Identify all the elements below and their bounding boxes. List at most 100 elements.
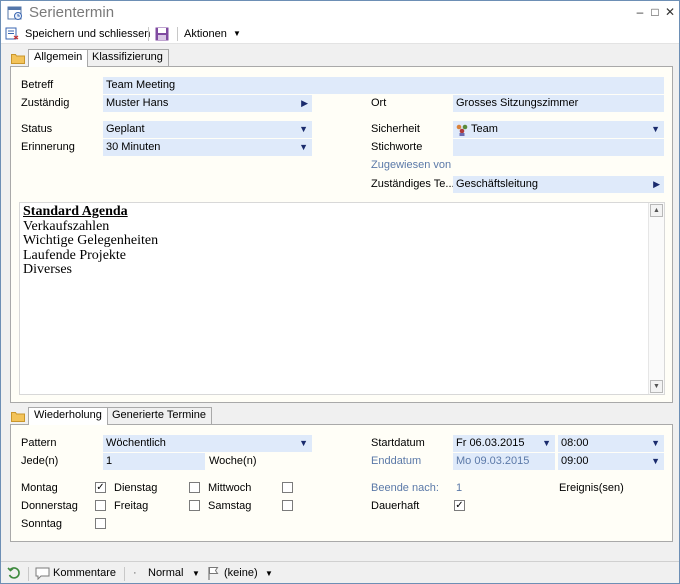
day-label: Freitag — [114, 500, 149, 512]
refresh-icon[interactable] — [7, 566, 21, 580]
actions-label: Aktionen — [184, 28, 227, 40]
agenda-heading: Standard Agenda — [23, 204, 128, 219]
close-icon[interactable]: ✕ — [663, 5, 677, 19]
checkbox-dienstag[interactable] — [189, 482, 200, 493]
day-label: Mittwoch — [208, 482, 252, 494]
arrow-right-icon[interactable]: ▶ — [301, 95, 308, 112]
day-label: Samstag — [208, 500, 252, 512]
erinnerung-select[interactable]: 30 Minuten ▼ — [103, 139, 312, 156]
end-time-select[interactable]: 09:00 ▼ — [558, 453, 664, 470]
zustaendig-label: Zuständig — [21, 97, 70, 109]
stichworte-input[interactable] — [453, 139, 664, 156]
tab-klassifizierung[interactable]: Klassifizierung — [86, 49, 169, 66]
toolbar-divider — [177, 27, 178, 41]
chevron-down-icon: ▼ — [265, 569, 273, 578]
end-time-value: 09:00 — [561, 455, 589, 467]
startdatum-label: Startdatum — [371, 437, 425, 449]
save-close-icon — [5, 27, 19, 40]
chevron-down-icon[interactable]: ▼ — [651, 453, 660, 470]
erinnerung-label: Erinnerung — [21, 141, 75, 153]
zugewiesen-label: Zugewiesen von — [371, 159, 452, 171]
pattern-label: Pattern — [21, 437, 57, 449]
sicherheit-value: Team — [471, 123, 498, 135]
actions-menu[interactable]: Aktionen ▼ — [184, 26, 241, 42]
toolbar-divider — [148, 27, 149, 41]
calendar-recurrence-icon — [7, 6, 22, 20]
chevron-down-icon[interactable]: ▼ — [299, 121, 308, 138]
scroll-down-icon[interactable]: ▼ — [650, 380, 663, 393]
stichworte-label: Stichworte — [371, 141, 423, 153]
ort-label: Ort — [371, 97, 387, 109]
arrow-right-icon[interactable]: ▶ — [653, 176, 660, 193]
agenda-line: Wichtige Gelegenheiten — [23, 233, 159, 249]
minimize-icon[interactable]: – — [633, 5, 647, 19]
folder-icon — [11, 412, 25, 422]
scroll-up-icon[interactable]: ▲ — [650, 204, 663, 217]
status-select[interactable]: Geplant ▼ — [103, 121, 312, 138]
recurrence-tab-strip: Wiederholung Generierte Termine — [9, 407, 669, 425]
chevron-down-icon[interactable]: ▼ — [299, 435, 308, 452]
start-time-select[interactable]: 08:00 ▼ — [558, 435, 664, 452]
zustaendig-value: Muster Hans — [106, 97, 169, 109]
status-bar: Kommentare · Normal ▼ (keine) ▼ — [1, 561, 679, 583]
chevron-down-icon[interactable]: ▼ — [651, 121, 660, 138]
start-date-value: Fr 06.03.2015 — [456, 437, 525, 449]
checkbox-mittwoch[interactable] — [282, 482, 293, 493]
checkbox-donnerstag[interactable] — [95, 500, 106, 511]
checkbox-samstag[interactable] — [282, 500, 293, 511]
betreff-label: Betreff — [21, 79, 54, 91]
toolbar: Speichern und schliessen Aktionen ▼ — [1, 24, 679, 44]
window-title: Serientermin — [29, 4, 115, 21]
chevron-down-icon[interactable]: ▼ — [299, 139, 308, 156]
statusbar-divider — [28, 567, 29, 581]
window: Serientermin – □ ✕ Speichern und schlies… — [0, 0, 680, 584]
title-bar: Serientermin – □ ✕ — [1, 1, 679, 24]
flag-value: (keine) — [224, 567, 258, 579]
ort-input[interactable]: Grosses Sitzungszimmer — [453, 95, 664, 112]
priority-dot-icon: · — [133, 567, 137, 579]
tab-generierte-termine[interactable]: Generierte Termine — [106, 407, 212, 424]
comment-icon — [35, 567, 50, 580]
day-label: Sonntag — [21, 518, 62, 530]
interval-input[interactable]: 1 — [103, 453, 205, 470]
pattern-value: Wöchentlich — [106, 437, 166, 449]
vertical-scrollbar[interactable]: ▲ ▼ — [648, 203, 664, 394]
zustaendig-field[interactable]: Muster Hans ▶ — [103, 95, 312, 112]
comments-label: Kommentare — [53, 567, 116, 579]
save-icon[interactable] — [155, 27, 169, 41]
agenda-line: Verkaufszahlen — [23, 218, 110, 234]
tab-allgemein[interactable]: Allgemein — [28, 49, 89, 67]
maximize-icon[interactable]: □ — [648, 5, 662, 19]
agenda-line: Diverses — [23, 262, 72, 278]
general-panel: Betreff Team Meeting Zuständig Muster Ha… — [10, 66, 673, 403]
status-value: Geplant — [106, 123, 145, 135]
chevron-down-icon[interactable]: ▼ — [542, 435, 551, 452]
chevron-down-icon[interactable]: ▼ — [651, 435, 660, 452]
start-date-select[interactable]: Fr 06.03.2015 ▼ — [453, 435, 555, 452]
status-label: Status — [21, 123, 53, 135]
team-field[interactable]: Geschäftsleitung ▶ — [453, 176, 664, 193]
description-text: Standard Agenda Verkaufszahlen Wichtige … — [23, 204, 159, 278]
jede-label: Jede(n) — [21, 455, 59, 467]
statusbar-divider — [124, 567, 125, 581]
checkbox-freitag[interactable] — [189, 500, 200, 511]
day-label: Montag — [21, 482, 58, 494]
checkbox-montag[interactable]: ✓ — [95, 482, 106, 493]
flag-icon — [208, 567, 219, 580]
description-editor[interactable]: Standard Agenda Verkaufszahlen Wichtige … — [19, 202, 665, 395]
save-close-label: Speichern und schliessen — [25, 28, 151, 40]
recurrence-panel: Pattern Wöchentlich ▼ Startdatum Fr 06.0… — [10, 424, 673, 542]
interval-unit-label: Woche(n) — [209, 455, 257, 467]
betreff-input[interactable]: Team Meeting — [103, 77, 664, 94]
tab-wiederholung[interactable]: Wiederholung — [28, 407, 108, 425]
checkbox-dauerhaft[interactable]: ✓ — [454, 500, 465, 511]
day-label: Dienstag — [114, 482, 158, 494]
sicherheit-select[interactable]: Team ▼ — [453, 121, 664, 138]
dauerhaft-label: Dauerhaft — [371, 500, 420, 512]
checkbox-sonntag[interactable] — [95, 518, 106, 529]
start-time-value: 08:00 — [561, 437, 589, 449]
beende-nach-label: Beende nach: — [371, 482, 439, 494]
agenda-line: Laufende Projekte — [23, 247, 127, 263]
occurrences-unit-label: Ereignis(sen) — [559, 482, 624, 494]
pattern-select[interactable]: Wöchentlich ▼ — [103, 435, 312, 452]
